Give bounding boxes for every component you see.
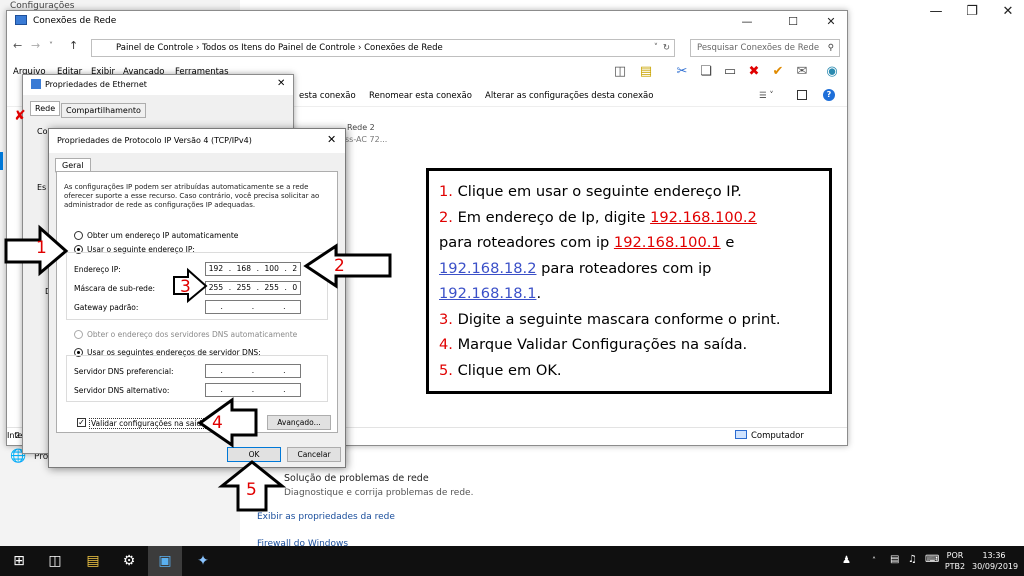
language-indicator[interactable]: POR PTB2	[940, 550, 970, 572]
step-number: 1.	[439, 183, 453, 200]
step-text: Digite a seguinte mascara conforme o pri…	[452, 310, 781, 328]
instruction-line-5: 192.168.18.1.	[439, 281, 819, 307]
step-text: Em endereço de Ip, digite	[452, 208, 651, 226]
language-code: POR	[946, 551, 964, 560]
instruction-line-3: para roteadores com ip 192.168.100.1 e	[439, 230, 819, 256]
settings-gear-icon[interactable]: ⚙	[112, 546, 146, 576]
instruction-line-7: 4. Marque Validar Configurações na saída…	[439, 332, 819, 358]
ip-link: 192.168.100.2	[650, 208, 757, 226]
app-taskbar-icon[interactable]: ✦	[186, 546, 220, 576]
marker-4: 4	[212, 413, 223, 433]
instruction-line-8: 5. Clique em OK.	[439, 358, 819, 384]
taskbar: ⊞ ◫ ▤ ⚙ ▣ ✦ ♟ ˄ ▤ ♫ ⌨ POR PTB2 13:36 30/…	[0, 546, 1024, 576]
ip-link: 192.168.100.1	[613, 234, 721, 251]
volume-icon[interactable]: ♫	[908, 554, 917, 565]
step-number: 3.	[439, 310, 453, 328]
arrow-4-icon	[197, 397, 258, 448]
marker-1: 1	[36, 238, 47, 258]
instruction-line-2: 2. Em endereço de Ip, digite 192.168.100…	[439, 205, 819, 231]
task-view-icon[interactable]: ◫	[38, 546, 72, 576]
ip-link: 192.168.18.2	[439, 259, 537, 277]
step-text: para roteadores com ip	[439, 234, 614, 251]
windows-start-icon[interactable]: ⊞	[2, 546, 36, 576]
instruction-line-1: 1. Clique em usar o seguinte endereço IP…	[439, 179, 819, 205]
marker-5: 5	[246, 480, 257, 500]
arrow-2-icon	[303, 243, 392, 289]
step-text: Clique em usar o seguinte endereço IP.	[452, 183, 742, 200]
step-text: .	[536, 285, 542, 302]
keyboard-layout: PTB2	[944, 562, 966, 571]
step-text: Clique em OK.	[452, 361, 562, 379]
step-text: e	[720, 234, 735, 251]
step-number: 2.	[439, 208, 453, 226]
file-explorer-icon[interactable]: ▤	[76, 546, 110, 576]
tray-chevron-icon[interactable]: ˄	[872, 555, 876, 566]
marker-2: 2	[334, 256, 345, 276]
instruction-line-4: 192.168.18.2 para roteadores com ip	[439, 256, 819, 282]
ip-link: 192.168.18.1	[439, 285, 537, 302]
instruction-box: 1. Clique em usar o seguinte endereço IP…	[426, 168, 832, 394]
instruction-line-6: 3. Digite a seguinte mascara conforme o …	[439, 307, 819, 333]
step-number: 4.	[439, 336, 453, 353]
people-icon[interactable]: ♟	[842, 555, 851, 566]
keyboard-icon[interactable]: ⌨	[925, 554, 939, 565]
step-number: 5.	[439, 361, 453, 379]
network-tray-icon[interactable]: ▤	[890, 554, 899, 565]
network-connections-taskbar-icon[interactable]: ▣	[148, 546, 182, 576]
clock-time: 13:36	[982, 551, 1006, 560]
clock[interactable]: 13:36 30/09/2019	[972, 550, 1019, 572]
step-text: para roteadores com ip	[536, 259, 712, 277]
clock-date: 30/09/2019	[972, 562, 1019, 571]
marker-3: 3	[180, 277, 191, 297]
step-text: Marque Validar Configurações na saída.	[452, 336, 748, 353]
